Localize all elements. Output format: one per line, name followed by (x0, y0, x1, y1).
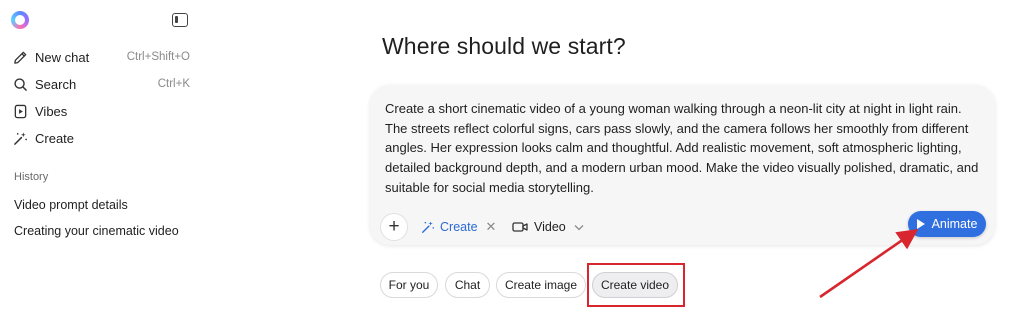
annotation-arrow (819, 229, 919, 299)
